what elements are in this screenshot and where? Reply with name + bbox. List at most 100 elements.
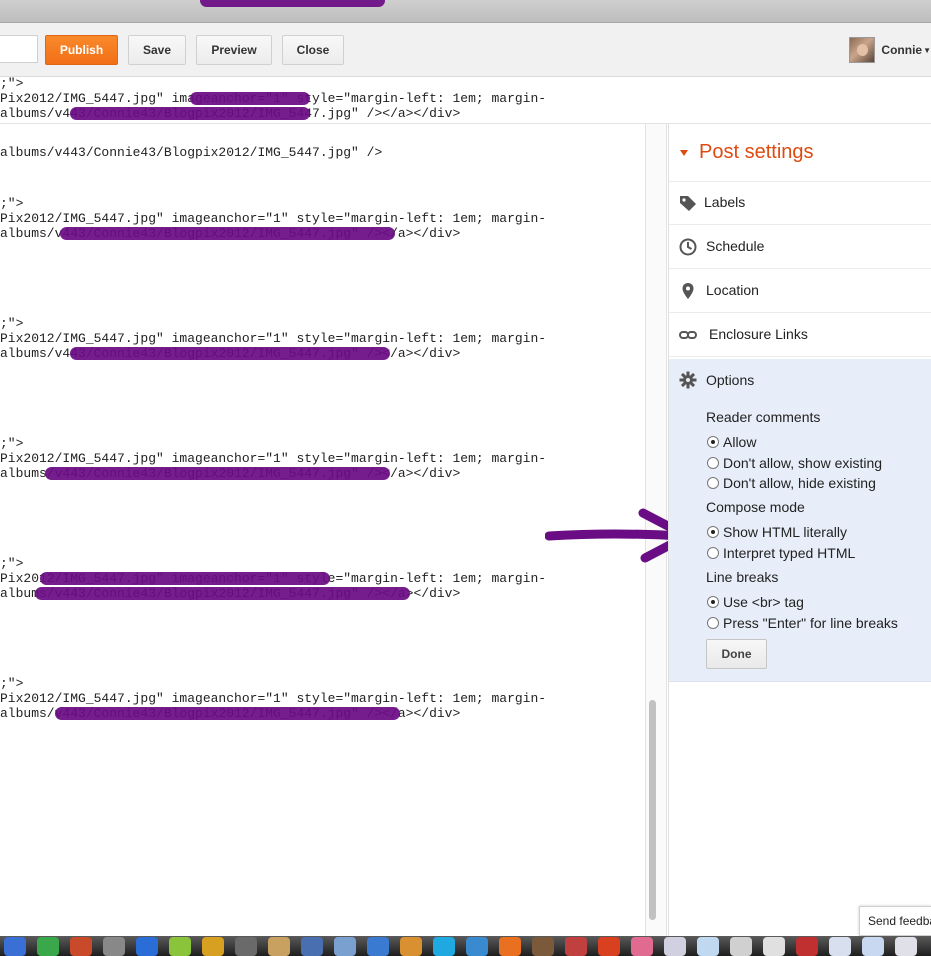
dock-app-icon[interactable] bbox=[763, 937, 785, 956]
radio-use-br-tag[interactable]: Use <br> tag bbox=[707, 593, 804, 611]
tag-icon bbox=[680, 196, 696, 211]
dock-app-icon[interactable] bbox=[565, 937, 587, 956]
dock-app-icon[interactable] bbox=[37, 937, 59, 956]
redaction-mark bbox=[70, 347, 390, 360]
dock-app-icon[interactable] bbox=[895, 937, 917, 956]
dock-app-icon[interactable] bbox=[268, 937, 290, 956]
close-button[interactable]: Close bbox=[282, 35, 344, 65]
code-line: albums/v443/Connie43/Blogpix2012/IMG_544… bbox=[0, 145, 383, 160]
code-line: ;"> bbox=[0, 676, 24, 691]
dock-app-icon[interactable] bbox=[664, 937, 686, 956]
radio-label[interactable]: Show HTML literally bbox=[723, 524, 847, 540]
code-line: ;"> bbox=[0, 196, 24, 211]
preview-button[interactable]: Preview bbox=[196, 35, 272, 65]
redaction-mark bbox=[200, 0, 385, 7]
done-button[interactable]: Done bbox=[706, 639, 767, 669]
settings-item-labels[interactable]: Labels bbox=[669, 181, 931, 225]
settings-item-label: Enclosure Links bbox=[709, 326, 808, 342]
dock-app-icon[interactable] bbox=[466, 937, 488, 956]
redaction-mark bbox=[45, 467, 390, 480]
code-line: ;"> bbox=[0, 556, 24, 571]
code-line: Pix2012/IMG_5447.jpg" imageanchor="1" st… bbox=[0, 451, 547, 466]
reader-comments-heading: Reader comments bbox=[706, 409, 821, 425]
redaction-mark bbox=[35, 587, 410, 600]
radio-button[interactable] bbox=[707, 547, 719, 559]
radio-dont-allow-hide[interactable]: Don't allow, hide existing bbox=[707, 474, 876, 492]
dock-app-icon[interactable] bbox=[202, 937, 224, 956]
scrollbar-thumb[interactable] bbox=[649, 700, 656, 920]
dock-app-icon[interactable] bbox=[730, 937, 752, 956]
caret-down-icon bbox=[680, 150, 688, 156]
user-name[interactable]: Connie bbox=[881, 43, 922, 57]
dock-app-icon[interactable] bbox=[433, 937, 455, 956]
radio-interpret-typed-html[interactable]: Interpret typed HTML bbox=[707, 544, 855, 562]
radio-show-html-literally[interactable]: Show HTML literally bbox=[707, 523, 847, 541]
dock-app-icon[interactable] bbox=[235, 937, 257, 956]
code-line: Pix2012/IMG_5447.jpg" imageanchor="1" st… bbox=[0, 691, 547, 706]
dock-app-icon[interactable] bbox=[103, 937, 125, 956]
dock-app-icon[interactable] bbox=[598, 937, 620, 956]
dock-app-icon[interactable] bbox=[367, 937, 389, 956]
line-breaks-heading: Line breaks bbox=[706, 569, 779, 585]
dock-app-icon[interactable] bbox=[697, 937, 719, 956]
redaction-mark bbox=[60, 227, 395, 240]
map-pin-icon bbox=[682, 283, 694, 299]
post-settings-panel: Post settings Labels Schedule Location E… bbox=[668, 124, 931, 936]
radio-dont-allow-show[interactable]: Don't allow, show existing bbox=[707, 454, 882, 472]
browser-top-strip bbox=[0, 0, 931, 23]
radio-press-enter[interactable]: Press "Enter" for line breaks bbox=[707, 614, 898, 632]
chevron-down-icon[interactable]: ▼ bbox=[923, 46, 931, 55]
radio-button[interactable] bbox=[707, 617, 719, 629]
dock-app-icon[interactable] bbox=[169, 937, 191, 956]
settings-item-label: Labels bbox=[704, 194, 746, 210]
gear-icon[interactable] bbox=[679, 371, 697, 389]
publish-button[interactable]: Publish bbox=[45, 35, 118, 65]
radio-label[interactable]: Use <br> tag bbox=[723, 594, 804, 610]
os-dock bbox=[0, 936, 931, 956]
post-settings-title: Post settings bbox=[699, 141, 814, 163]
dock-app-icon[interactable] bbox=[829, 937, 851, 956]
radio-button[interactable] bbox=[707, 596, 719, 608]
avatar[interactable] bbox=[849, 37, 876, 63]
compose-mode-heading: Compose mode bbox=[706, 499, 805, 515]
radio-label[interactable]: Don't allow, show existing bbox=[723, 455, 882, 471]
radio-label[interactable]: Interpret typed HTML bbox=[723, 545, 855, 561]
dock-app-icon[interactable] bbox=[70, 937, 92, 956]
dock-app-icon[interactable] bbox=[4, 937, 26, 956]
code-fragment: albums/v443/Connie43/Blogpix2012/IMG_544… bbox=[0, 124, 382, 160]
settings-item-schedule[interactable]: Schedule bbox=[669, 225, 931, 269]
post-title-input[interactable] bbox=[0, 35, 38, 63]
radio-button[interactable] bbox=[707, 477, 719, 489]
save-button[interactable]: Save bbox=[128, 35, 186, 65]
settings-item-enclosure-links[interactable]: Enclosure Links bbox=[669, 313, 931, 357]
radio-allow[interactable]: Allow bbox=[707, 433, 756, 451]
dock-app-icon[interactable] bbox=[862, 937, 884, 956]
dock-app-icon[interactable] bbox=[400, 937, 422, 956]
radio-label[interactable]: Allow bbox=[723, 434, 756, 450]
account-menu[interactable]: Connie ▼ bbox=[849, 37, 931, 63]
radio-button[interactable] bbox=[707, 436, 719, 448]
dock-app-icon[interactable] bbox=[334, 937, 356, 956]
settings-item-location[interactable]: Location bbox=[669, 269, 931, 313]
code-line: Pix2012/IMG_5447.jpg" imageanchor="1" st… bbox=[0, 211, 547, 226]
dock-app-icon[interactable] bbox=[136, 937, 158, 956]
redaction-mark bbox=[70, 107, 310, 120]
dock-app-icon[interactable] bbox=[301, 937, 323, 956]
options-section: Options Reader comments Allow Don't allo… bbox=[669, 359, 931, 682]
radio-label[interactable]: Press "Enter" for line breaks bbox=[723, 615, 898, 631]
options-label[interactable]: Options bbox=[706, 372, 754, 388]
radio-button[interactable] bbox=[707, 457, 719, 469]
radio-button[interactable] bbox=[707, 526, 719, 538]
radio-label[interactable]: Don't allow, hide existing bbox=[723, 475, 876, 491]
clock-icon bbox=[679, 238, 697, 256]
send-feedback-button[interactable]: Send feedback bbox=[859, 906, 931, 936]
editor-toolbar: Publish Save Preview Close Connie ▼ bbox=[0, 23, 931, 77]
dock-app-icon[interactable] bbox=[631, 937, 653, 956]
redaction-mark bbox=[55, 707, 400, 720]
link-icon bbox=[679, 331, 697, 339]
dock-app-icon[interactable] bbox=[796, 937, 818, 956]
redaction-mark bbox=[190, 92, 310, 105]
post-settings-header[interactable]: Post settings bbox=[669, 124, 931, 182]
dock-app-icon[interactable] bbox=[532, 937, 554, 956]
dock-app-icon[interactable] bbox=[499, 937, 521, 956]
